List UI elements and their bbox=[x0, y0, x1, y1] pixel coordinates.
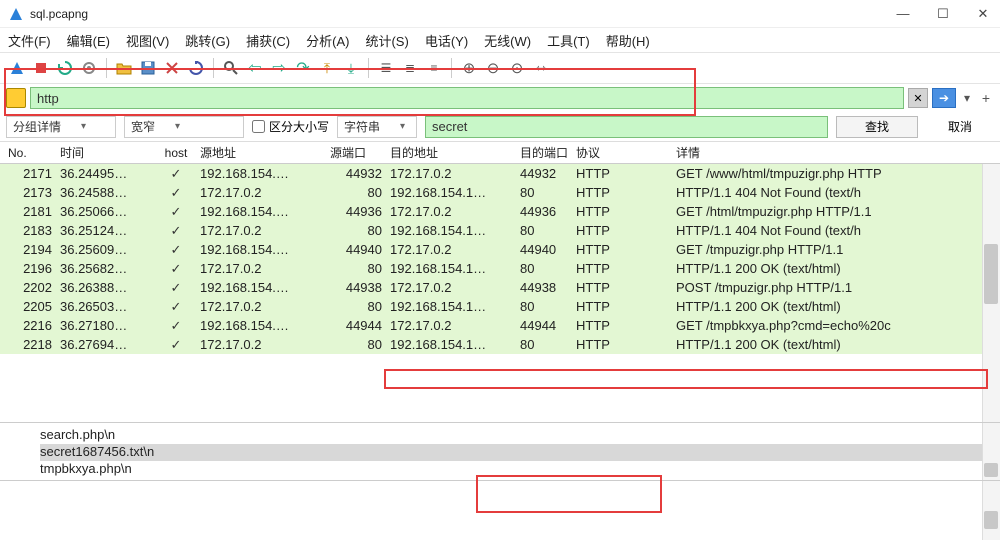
maximize-button[interactable]: ☐ bbox=[934, 6, 952, 22]
detail-scrollbar[interactable] bbox=[982, 423, 1000, 480]
apply-filter-button[interactable]: ➔ bbox=[932, 88, 956, 108]
table-row[interactable]: 219436.25609…✓192.168.154.…44940172.17.0… bbox=[0, 240, 1000, 259]
find-bar: 分组详情 宽窄 区分大小写 字符串 查找 取消 bbox=[0, 112, 1000, 142]
stop-capture-icon[interactable] bbox=[30, 57, 52, 79]
app-icon bbox=[8, 6, 24, 22]
menu-go[interactable]: 跳转(G) bbox=[185, 31, 230, 50]
menu-stats[interactable]: 统计(S) bbox=[365, 31, 408, 50]
options-icon[interactable] bbox=[78, 57, 100, 79]
case-sensitive-checkbox[interactable]: 区分大小写 bbox=[252, 118, 329, 135]
table-row[interactable]: 218136.25066…✓192.168.154.…44936172.17.0… bbox=[0, 202, 1000, 221]
close-file-icon[interactable] bbox=[161, 57, 183, 79]
detail-line: tmpbkxya.php\n bbox=[40, 461, 1000, 478]
bookmark-icon[interactable] bbox=[6, 88, 26, 108]
packet-bytes[interactable] bbox=[0, 480, 1000, 540]
start-capture-icon[interactable] bbox=[6, 57, 28, 79]
detail-line: search.php\n bbox=[40, 427, 1000, 444]
zoom-out-icon[interactable]: ⊖ bbox=[482, 57, 504, 79]
goto-first-icon[interactable]: ⤒ bbox=[316, 57, 338, 79]
menu-tools[interactable]: 工具(T) bbox=[547, 31, 590, 50]
col-host[interactable]: host bbox=[156, 146, 196, 160]
search-width-select[interactable]: 宽窄 bbox=[124, 116, 244, 138]
col-proto[interactable]: 协议 bbox=[572, 144, 672, 161]
table-row[interactable]: 220536.26503…✓172.17.0.280192.168.154.1…… bbox=[0, 297, 1000, 316]
resize-icon[interactable]: ≡ bbox=[423, 57, 445, 79]
resize-cols-icon[interactable]: ⇿ bbox=[530, 57, 552, 79]
search-input[interactable] bbox=[425, 116, 828, 138]
minimize-button[interactable]: — bbox=[894, 6, 912, 21]
zoom-reset-icon[interactable]: ⊙ bbox=[506, 57, 528, 79]
packet-details[interactable]: search.php\n secret1687456.txt\n tmpbkxy… bbox=[0, 422, 1000, 480]
table-row[interactable]: 220236.26388…✓192.168.154.…44938172.17.0… bbox=[0, 278, 1000, 297]
autoscroll-icon[interactable]: ☰ bbox=[375, 57, 397, 79]
table-row[interactable]: 221836.27694…✓172.17.0.280192.168.154.1…… bbox=[0, 335, 1000, 354]
reload-icon[interactable] bbox=[185, 57, 207, 79]
col-src[interactable]: 源地址 bbox=[196, 144, 326, 161]
toolbar: ⇦ ⇨ ↷ ⤒ ⤓ ☰ ≣ ≡ ⊕ ⊖ ⊙ ⇿ bbox=[0, 52, 1000, 84]
hex-scrollbar[interactable] bbox=[982, 481, 1000, 540]
find-icon[interactable] bbox=[220, 57, 242, 79]
menu-analyze[interactable]: 分析(A) bbox=[306, 31, 349, 50]
display-filter-input[interactable] bbox=[30, 87, 904, 109]
close-button[interactable]: ✕ bbox=[974, 6, 992, 22]
filter-history-dropdown[interactable]: ▾ bbox=[960, 91, 974, 105]
menubar: 文件(F) 编辑(E) 视图(V) 跳转(G) 捕获(C) 分析(A) 统计(S… bbox=[0, 28, 1000, 52]
menu-help[interactable]: 帮助(H) bbox=[606, 31, 650, 50]
next-icon[interactable]: ⇨ bbox=[268, 57, 290, 79]
table-row[interactable]: 219636.25682…✓172.17.0.280192.168.154.1…… bbox=[0, 259, 1000, 278]
zoom-in-icon[interactable]: ⊕ bbox=[458, 57, 480, 79]
save-icon[interactable] bbox=[137, 57, 159, 79]
column-headers: No. 时间 host 源地址 源端口 目的地址 目的端口 协议 详情 bbox=[0, 142, 1000, 164]
open-icon[interactable] bbox=[113, 57, 135, 79]
restart-capture-icon[interactable] bbox=[54, 57, 76, 79]
col-info[interactable]: 详情 bbox=[672, 144, 1000, 161]
table-row[interactable]: 218336.25124…✓172.17.0.280192.168.154.1…… bbox=[0, 221, 1000, 240]
search-scope-select[interactable]: 分组详情 bbox=[6, 116, 116, 138]
table-row[interactable]: 217336.24588…✓172.17.0.280192.168.154.1…… bbox=[0, 183, 1000, 202]
cancel-button[interactable]: 取消 bbox=[926, 116, 994, 138]
prev-icon[interactable]: ⇦ bbox=[244, 57, 266, 79]
jump-icon[interactable]: ↷ bbox=[292, 57, 314, 79]
add-filter-button[interactable]: + bbox=[978, 90, 994, 106]
find-button[interactable]: 查找 bbox=[836, 116, 918, 138]
menu-edit[interactable]: 编辑(E) bbox=[67, 31, 110, 50]
vertical-scrollbar[interactable] bbox=[982, 164, 1000, 422]
table-row[interactable]: 221636.27180…✓192.168.154.…44944172.17.0… bbox=[0, 316, 1000, 335]
detail-line: secret1687456.txt\n bbox=[40, 444, 1000, 461]
packet-list[interactable]: 217136.24495…✓192.168.154.…44932172.17.0… bbox=[0, 164, 1000, 422]
col-time[interactable]: 时间 bbox=[56, 144, 156, 161]
window-title: sql.pcapng bbox=[30, 7, 894, 21]
search-type-select[interactable]: 字符串 bbox=[337, 116, 417, 138]
table-row[interactable]: 217136.24495…✓192.168.154.…44932172.17.0… bbox=[0, 164, 1000, 183]
clear-filter-button[interactable]: ✕ bbox=[908, 88, 928, 108]
col-no[interactable]: No. bbox=[0, 146, 56, 160]
titlebar: sql.pcapng — ☐ ✕ bbox=[0, 0, 1000, 28]
filter-bar: ✕ ➔ ▾ + bbox=[0, 84, 1000, 112]
menu-view[interactable]: 视图(V) bbox=[126, 31, 169, 50]
menu-file[interactable]: 文件(F) bbox=[8, 31, 51, 50]
col-dst[interactable]: 目的地址 bbox=[386, 144, 516, 161]
col-sport[interactable]: 源端口 bbox=[326, 144, 386, 161]
menu-capture[interactable]: 捕获(C) bbox=[246, 31, 290, 50]
colorize-icon[interactable]: ≣ bbox=[399, 57, 421, 79]
goto-last-icon[interactable]: ⤓ bbox=[340, 57, 362, 79]
menu-telephony[interactable]: 电话(Y) bbox=[425, 31, 468, 50]
col-dport[interactable]: 目的端口 bbox=[516, 144, 572, 161]
menu-wireless[interactable]: 无线(W) bbox=[484, 31, 531, 50]
